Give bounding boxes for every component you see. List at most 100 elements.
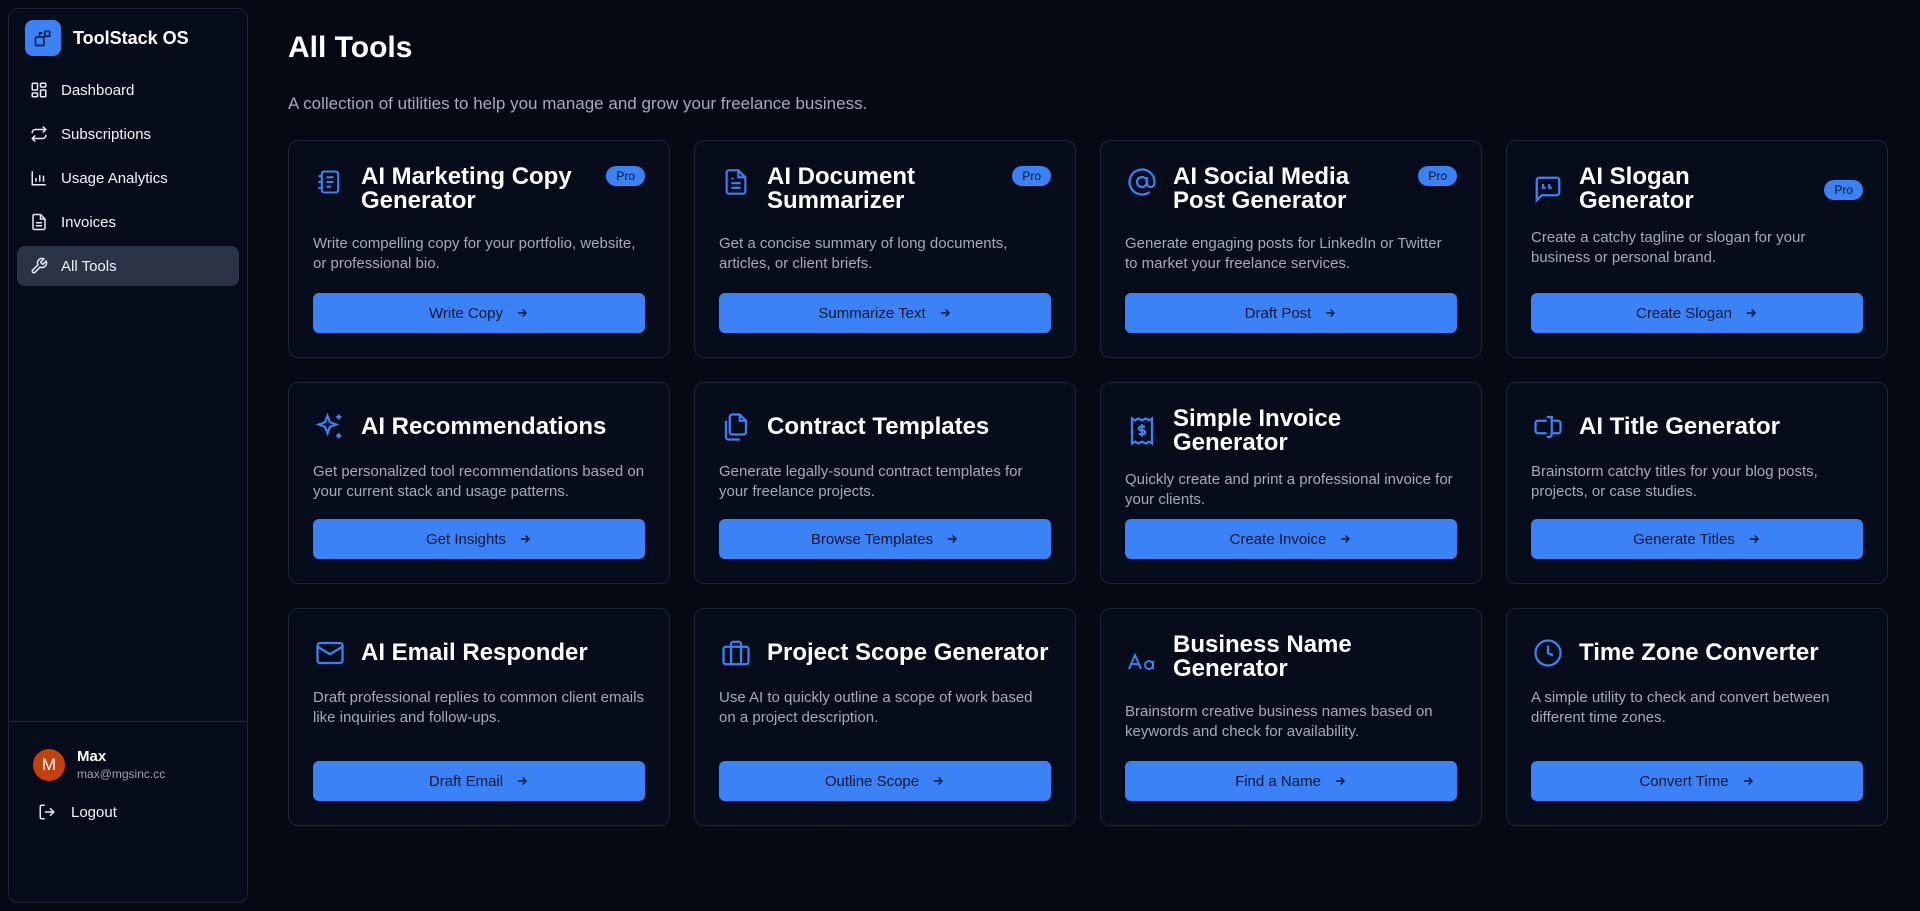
bar-chart-icon xyxy=(29,168,49,188)
sparkles-icon xyxy=(313,410,347,444)
document-icon xyxy=(719,165,753,199)
card-description: Get personalized tool recommendations ba… xyxy=(313,463,645,500)
card-title: AI Title Generator xyxy=(1579,413,1780,440)
arrow-right-icon xyxy=(1747,532,1761,546)
card-title: AI Slogan Generator xyxy=(1579,163,1694,214)
app-name: ToolStack OS xyxy=(73,27,189,48)
arrow-right-icon xyxy=(1323,306,1337,320)
arrow-right-icon xyxy=(1333,774,1347,788)
clock-icon xyxy=(1531,636,1565,670)
arrow-right-icon xyxy=(518,532,532,546)
card-header: AI Slogan Generator Pro xyxy=(1531,165,1863,213)
button-label: Create Invoice xyxy=(1229,530,1327,548)
card-description: Generate engaging posts for LinkedIn or … xyxy=(1125,235,1442,272)
draft-email-button[interactable]: Draft Email xyxy=(313,761,645,801)
arrow-right-icon xyxy=(945,532,959,546)
refresh-icon xyxy=(29,124,49,144)
card-description: A simple utility to check and convert be… xyxy=(1531,689,1830,726)
button-label: Outline Scope xyxy=(824,772,920,790)
create-invoice-button[interactable]: Create Invoice xyxy=(1125,519,1457,559)
pro-badge: Pro xyxy=(606,166,645,186)
button-label: Draft Post xyxy=(1244,304,1312,322)
card-header: AI Social Media Post Generator Pro xyxy=(1125,165,1457,221)
tool-card-ai-social-media-post: AI Social Media Post Generator Pro Gener… xyxy=(1100,140,1482,358)
get-insights-button[interactable]: Get Insights xyxy=(313,519,645,559)
card-header: AI Title Generator xyxy=(1531,407,1863,447)
button-label: Find a Name xyxy=(1235,772,1321,790)
document-icon xyxy=(29,212,49,232)
card-header: AI Recommendations xyxy=(313,407,645,447)
browse-templates-button[interactable]: Browse Templates xyxy=(719,519,1051,559)
sidebar-item-label: Subscriptions xyxy=(61,125,152,143)
sidebar-item-dashboard[interactable]: Dashboard xyxy=(17,70,239,110)
card-header: AI Document Summarizer Pro xyxy=(719,165,1051,221)
card-title: Project Scope Generator xyxy=(767,639,1049,666)
card-title: AI Document Summarizer xyxy=(767,163,916,214)
summarize-text-button[interactable]: Summarize Text xyxy=(719,293,1051,333)
tool-card-ai-email-responder: AI Email Responder Draft professional re… xyxy=(288,608,670,826)
card-title: Business Name Generator xyxy=(1173,631,1352,682)
card-header: Business Name Generator xyxy=(1125,633,1457,689)
button-label: Create Slogan xyxy=(1636,304,1732,322)
page-title: All Tools xyxy=(288,31,413,64)
convert-time-button[interactable]: Convert Time xyxy=(1531,761,1863,801)
tools-grid: AI Marketing Copy Generator Pro Write co… xyxy=(288,140,1888,826)
sidebar-item-usage-analytics[interactable]: Usage Analytics xyxy=(17,158,239,198)
brand[interactable]: ToolStack OS xyxy=(25,20,189,56)
card-title: AI Recommendations xyxy=(361,413,607,440)
button-label: Generate Titles xyxy=(1633,530,1735,548)
sidebar-item-label: Invoices xyxy=(61,213,117,231)
card-header: AI Marketing Copy Generator Pro xyxy=(313,165,645,221)
arrow-right-icon xyxy=(515,306,529,320)
mail-icon xyxy=(313,636,347,670)
pro-badge: Pro xyxy=(1824,179,1863,200)
find-a-name-button[interactable]: Find a Name xyxy=(1125,761,1457,801)
arrow-right-icon xyxy=(515,774,529,788)
quote-bubble-icon xyxy=(1531,172,1565,206)
user-profile[interactable]: M Max max@mgsinc.cc xyxy=(33,748,165,781)
draft-post-button[interactable]: Draft Post xyxy=(1125,293,1457,333)
write-copy-button[interactable]: Write Copy xyxy=(313,293,645,333)
wrench-icon xyxy=(29,256,49,276)
sidebar-item-label: Dashboard xyxy=(61,81,135,99)
card-title: Simple Invoice Generator xyxy=(1173,405,1342,456)
sidebar-item-all-tools[interactable]: All Tools xyxy=(17,246,239,286)
user-name: Max xyxy=(77,748,107,765)
pro-badge: Pro xyxy=(1418,166,1457,186)
create-slogan-button[interactable]: Create Slogan xyxy=(1531,293,1863,333)
logout-button[interactable]: Logout xyxy=(37,802,117,822)
tool-card-ai-recommendations: AI Recommendations Get personalized tool… xyxy=(288,382,670,584)
generate-titles-button[interactable]: Generate Titles xyxy=(1531,519,1863,559)
pro-badge: Pro xyxy=(1012,166,1051,186)
button-label: Write Copy xyxy=(429,304,503,322)
tool-card-business-name-generator: Business Name Generator Brainstorm creat… xyxy=(1100,608,1482,826)
logo-icon xyxy=(25,20,61,56)
card-description: Create a catchy tagline or slogan for yo… xyxy=(1531,229,1806,266)
arrow-right-icon xyxy=(938,306,952,320)
arrow-right-icon xyxy=(931,774,945,788)
card-header: Contract Templates xyxy=(719,407,1051,447)
app: ToolStack OS Dashboard Subscriptions Usa… xyxy=(0,0,1920,911)
font-icon xyxy=(1125,645,1159,679)
tool-card-contract-templates: Contract Templates Generate legally-soun… xyxy=(694,382,1076,584)
card-description: Draft professional replies to common cli… xyxy=(313,689,644,726)
sidebar-item-invoices[interactable]: Invoices xyxy=(17,202,239,242)
sidebar-footer: M Max max@mgsinc.cc Logout xyxy=(9,721,247,821)
sidebar-item-label: All Tools xyxy=(61,257,117,275)
button-label: Browse Templates xyxy=(810,530,934,548)
card-description: Quickly create and print a professional … xyxy=(1125,471,1453,508)
button-label: Get Insights xyxy=(425,530,507,548)
briefcase-icon xyxy=(719,636,753,670)
dashboard-icon xyxy=(29,80,49,100)
sidebar-item-subscriptions[interactable]: Subscriptions xyxy=(17,114,239,154)
user-email: max@mgsinc.cc xyxy=(77,767,166,781)
logout-icon xyxy=(37,802,57,822)
card-title: Contract Templates xyxy=(767,413,990,440)
tool-card-time-zone-converter: Time Zone Converter A simple utility to … xyxy=(1506,608,1888,826)
page-subtitle: A collection of utilities to help you ma… xyxy=(288,94,868,113)
notebook-icon xyxy=(313,165,347,199)
sidebar-item-label: Usage Analytics xyxy=(61,169,168,187)
button-label: Draft Email xyxy=(428,772,504,790)
sidebar: ToolStack OS Dashboard Subscriptions Usa… xyxy=(8,8,248,903)
outline-scope-button[interactable]: Outline Scope xyxy=(719,761,1051,801)
